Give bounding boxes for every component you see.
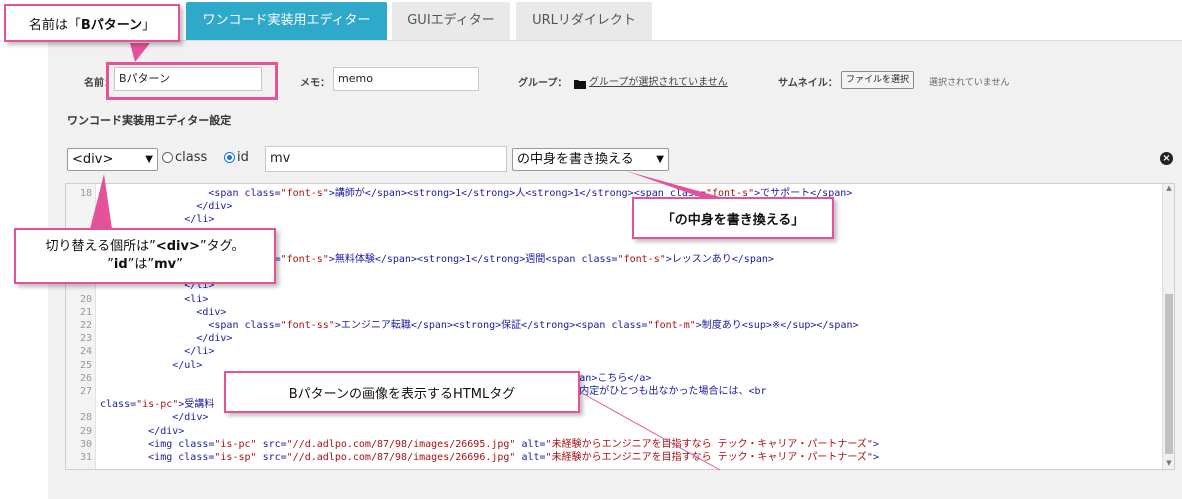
code-text: <div> bbox=[100, 306, 227, 318]
line-number: 28 bbox=[79, 412, 92, 424]
line-number: 26 bbox=[79, 372, 92, 384]
action-callout-text: 「の中身を書き換える」 bbox=[661, 212, 805, 228]
line-number: 18 bbox=[79, 188, 92, 199]
line-number: 21 bbox=[79, 306, 92, 318]
code-text: class="is-pc">受講料 bbox=[100, 399, 215, 411]
line-number: 22 bbox=[79, 320, 92, 331]
code-text: </li> bbox=[100, 214, 215, 226]
line-number: 23 bbox=[79, 333, 92, 345]
name-highlight bbox=[106, 62, 278, 100]
line-number: 30 bbox=[79, 438, 92, 450]
group-label: グループ： bbox=[518, 78, 568, 89]
line-number: 25 bbox=[79, 359, 92, 371]
line-number: 29 bbox=[79, 425, 92, 437]
class-radio[interactable] bbox=[162, 152, 173, 163]
scroll-thumb[interactable] bbox=[1165, 294, 1173, 454]
group-link[interactable]: グループが選択されていません bbox=[589, 73, 728, 88]
editor-scrollbar[interactable]: ▲ ▼ bbox=[1162, 184, 1174, 469]
switch-callout: 切り替える個所は”<div>”タグ。 ”id”は”mv” bbox=[14, 228, 276, 284]
code-text: <img class="is-pc" src="//d.adlpo.com/87… bbox=[100, 438, 879, 450]
switch-callout-text: ”は” bbox=[127, 257, 155, 272]
chevron-down-icon: ▼ bbox=[145, 154, 153, 165]
action-select-value: の中身を書き換える bbox=[517, 152, 634, 167]
action-callout: 「の中身を書き換える」 bbox=[632, 197, 834, 239]
folder-icon bbox=[574, 74, 586, 89]
file-status: 選択されていません bbox=[929, 78, 1010, 88]
name-callout-bold: Bパターン bbox=[80, 17, 143, 33]
switch-callout-bold: mv bbox=[154, 257, 177, 272]
code-text: </div> bbox=[100, 201, 233, 213]
image-tag-callout: Bパターンの画像を表示するHTMLタグ bbox=[224, 371, 580, 413]
section-title: ワンコード実装用エディター設定 bbox=[67, 114, 232, 127]
switch-callout-bold: id bbox=[113, 257, 128, 272]
line-number: 27 bbox=[79, 386, 92, 397]
name-callout: 名前は「 Bパターン」 bbox=[4, 4, 180, 42]
line-number: 20 bbox=[79, 293, 92, 305]
id-input[interactable]: mv bbox=[265, 146, 507, 172]
line-number: 31 bbox=[79, 452, 92, 463]
code-text: </li> bbox=[100, 346, 215, 358]
code-text: </ul> bbox=[100, 359, 203, 371]
switch-callout-text: ” bbox=[176, 257, 183, 272]
switch-callout-line2: ”id”は”mv” bbox=[107, 256, 183, 274]
line-number: 24 bbox=[79, 346, 92, 358]
tag-select[interactable]: <div> ▼ bbox=[67, 148, 158, 171]
scroll-up-icon[interactable]: ▲ bbox=[1163, 184, 1174, 194]
code-text: </div> bbox=[100, 425, 185, 437]
code-text: <span class="font-ss">エンジニア転職</span><str… bbox=[100, 320, 859, 331]
memo-label: メモ： bbox=[300, 78, 330, 89]
tab-gui-editor[interactable]: GUIエディター bbox=[392, 2, 510, 40]
id-radio[interactable] bbox=[224, 152, 235, 163]
file-select-button[interactable]: ファイルを選択 bbox=[841, 71, 915, 89]
close-circle-icon[interactable]: × bbox=[1160, 152, 1173, 165]
action-select[interactable]: の中身を書き換える ▼ bbox=[512, 148, 669, 171]
image-tag-callout-text: Bパターンの画像を表示するHTMLタグ bbox=[288, 386, 516, 402]
class-radio-label: class bbox=[175, 150, 208, 165]
code-text: <li> bbox=[100, 293, 209, 305]
switch-callout-text: 切り替える個所は” bbox=[45, 239, 156, 254]
tab-url-redirect[interactable]: URLリダイレクト bbox=[516, 2, 652, 40]
memo-input[interactable]: memo bbox=[333, 67, 479, 91]
thumbnail-label: サムネイル： bbox=[778, 78, 838, 89]
tab-one-code-editor[interactable]: ワンコード実装用エディター bbox=[186, 2, 387, 40]
code-text: </div> bbox=[100, 412, 209, 424]
name-callout-prefix: 名前は「 bbox=[28, 17, 81, 33]
tag-select-value: <div> bbox=[72, 152, 114, 167]
code-text: <img class="is-sp" src="//d.adlpo.com/87… bbox=[100, 452, 879, 463]
code-text: </div> bbox=[100, 333, 233, 345]
id-radio-label: id bbox=[237, 150, 249, 165]
name-callout-suffix: 」 bbox=[142, 17, 156, 33]
scroll-down-icon[interactable]: ▼ bbox=[1163, 459, 1174, 469]
code-editor[interactable]: 18 <span class="font-s">講師が</span><stron… bbox=[65, 183, 1175, 470]
chevron-down-icon: ▼ bbox=[656, 154, 664, 165]
switch-callout-text: ”タグ。 bbox=[199, 239, 245, 254]
switch-callout-text: ” bbox=[107, 257, 114, 272]
switch-callout-bold: <div> bbox=[155, 239, 200, 254]
switch-callout-line1: 切り替える個所は”<div>”タグ。 bbox=[45, 238, 244, 256]
